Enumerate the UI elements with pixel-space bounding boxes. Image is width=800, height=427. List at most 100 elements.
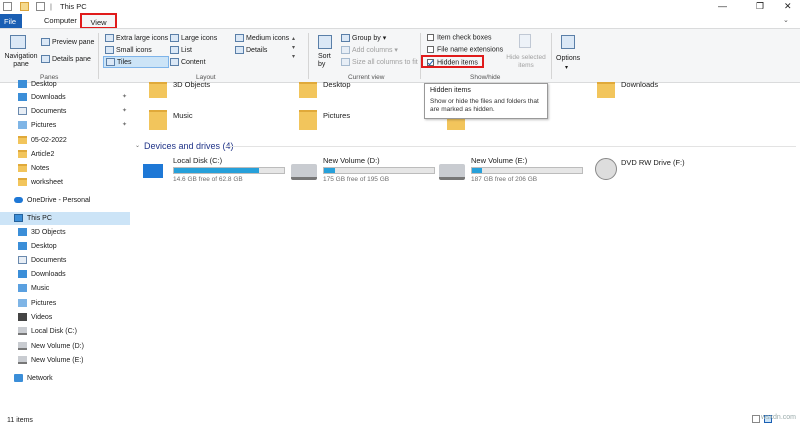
- drive-name[interactable]: New Volume (E:): [471, 156, 527, 165]
- tab-file[interactable]: File: [0, 14, 22, 28]
- content-option[interactable]: Content: [170, 58, 206, 66]
- large-icons-option[interactable]: Large icons: [170, 34, 217, 42]
- close-icon[interactable]: ✕: [784, 1, 792, 12]
- sort-by-button[interactable]: Sort by: [318, 53, 338, 69]
- file-name-extensions-checkbox[interactable]: [427, 46, 434, 53]
- 3d-objects-folder-icon[interactable]: [149, 82, 167, 98]
- preview-pane-button[interactable]: Preview pane: [41, 38, 94, 46]
- folder-label[interactable]: Downloads: [621, 80, 658, 89]
- details-pane-button[interactable]: Details pane: [41, 55, 91, 63]
- minimize-icon[interactable]: —: [718, 1, 727, 11]
- downloads-folder-icon[interactable]: [597, 82, 615, 98]
- pin-icon[interactable]: ✦: [122, 91, 127, 104]
- options-button[interactable]: Options: [556, 55, 580, 62]
- pin-icon[interactable]: ✦: [122, 105, 127, 118]
- details-pane-label: Details pane: [52, 55, 91, 63]
- pictures-folder-icon[interactable]: [299, 110, 317, 130]
- nav-item-desktop[interactable]: Desktop: [18, 240, 57, 253]
- file-name-extensions-option[interactable]: File name extensions: [427, 46, 503, 53]
- nav-item-downloads[interactable]: Downloads: [18, 268, 66, 281]
- nav-item-videos[interactable]: Videos: [18, 311, 52, 324]
- quick-access-icon[interactable]: [3, 2, 12, 11]
- nav-item-folder[interactable]: worksheet: [18, 176, 63, 189]
- folder-label[interactable]: 3D Objects: [173, 80, 210, 89]
- sort-by-icon[interactable]: [318, 35, 332, 49]
- tooltip-title: Hidden items: [430, 87, 471, 94]
- drive-icon: [18, 327, 27, 336]
- nav-item-documents[interactable]: Documents ✦: [18, 105, 127, 118]
- drive-name[interactable]: DVD RW Drive (F:): [621, 158, 685, 167]
- folder-icon: [18, 150, 27, 159]
- drive-icon[interactable]: [439, 164, 465, 180]
- details-view-icon[interactable]: [752, 415, 760, 423]
- drive-icon: [18, 356, 27, 365]
- item-check-boxes-checkbox[interactable]: [427, 34, 434, 41]
- restore-icon[interactable]: ❐: [756, 1, 764, 12]
- extra-large-icons-option[interactable]: Extra large icons: [105, 34, 168, 42]
- options-icon[interactable]: [561, 35, 575, 49]
- tiles-option[interactable]: Tiles: [103, 56, 169, 68]
- hide-selected-icon[interactable]: [519, 34, 531, 48]
- hide-selected-button[interactable]: Hide selected items: [503, 54, 549, 70]
- nav-item-local-disk-c[interactable]: Local Disk (C:): [18, 325, 77, 338]
- nav-item-onedrive[interactable]: OneDrive - Personal: [14, 194, 90, 207]
- details-option[interactable]: Details: [235, 46, 267, 54]
- size-columns-button[interactable]: Size all columns to fit: [341, 58, 418, 66]
- nav-item-folder[interactable]: 05-02-2022: [18, 134, 67, 147]
- folder-label[interactable]: Music: [173, 111, 193, 120]
- nav-item-pictures[interactable]: Pictures ✦: [18, 119, 127, 132]
- nav-item-folder[interactable]: Notes: [18, 162, 49, 175]
- nav-item-downloads[interactable]: Downloads ✦: [18, 91, 127, 104]
- group-by-button[interactable]: Group by ▾: [341, 34, 386, 43]
- drive-icon[interactable]: [291, 164, 317, 180]
- nav-label: Desktop: [31, 243, 57, 250]
- nav-label: Documents: [31, 257, 67, 264]
- properties-icon[interactable]: [20, 2, 29, 11]
- nav-item-this-pc[interactable]: This PC: [0, 212, 130, 225]
- tab-computer[interactable]: Computer: [36, 14, 85, 28]
- drive-name[interactable]: Local Disk (C:): [173, 156, 222, 165]
- item-count: 11 items: [7, 417, 33, 424]
- tab-view[interactable]: View: [80, 13, 117, 29]
- add-columns-button[interactable]: Add columns ▾: [341, 46, 398, 55]
- folder-label[interactable]: Desktop: [323, 80, 351, 89]
- file-name-extensions-label: File name extensions: [437, 46, 504, 54]
- navigation-pane-button[interactable]: Navigation pane: [4, 53, 38, 69]
- nav-item-music[interactable]: Music: [18, 282, 49, 295]
- desktop-icon: [18, 80, 27, 89]
- folder-label[interactable]: Pictures: [323, 111, 350, 120]
- medium-icons-option[interactable]: Medium icons: [235, 34, 289, 42]
- nav-label: Pictures: [31, 122, 57, 129]
- nav-item-volume-e[interactable]: New Volume (E:): [18, 354, 84, 367]
- desktop-folder-icon[interactable]: [299, 82, 317, 98]
- devices-section-header[interactable]: Devices and drives (4): [144, 141, 234, 151]
- nav-label: 05-02-2022: [31, 137, 67, 144]
- nav-item-3d-objects[interactable]: 3D Objects: [18, 226, 66, 239]
- music-folder-icon[interactable]: [149, 110, 167, 130]
- nav-item-volume-d[interactable]: New Volume (D:): [18, 340, 84, 353]
- current-view-group-label: Current view: [348, 74, 385, 81]
- dvd-drive-icon[interactable]: [595, 158, 617, 180]
- windows-drive-icon[interactable]: [143, 164, 163, 178]
- new-folder-icon[interactable]: [36, 2, 45, 11]
- nav-item-folder[interactable]: Article2: [18, 148, 54, 161]
- list-option[interactable]: List: [170, 46, 192, 54]
- nav-item-desktop[interactable]: Desktop: [18, 78, 57, 91]
- nav-item-pictures[interactable]: Pictures: [18, 297, 56, 310]
- add-columns-icon: [341, 46, 350, 55]
- layout-scroll-icon[interactable]: ▴ ▾ ▾: [292, 35, 295, 62]
- chevron-down-icon[interactable]: ⌄: [135, 142, 140, 149]
- navigation-pane: Desktop Downloads ✦ Documents ✦ Pictures ✦ …: [0, 80, 130, 409]
- pin-icon[interactable]: ✦: [122, 119, 127, 132]
- nav-label: worksheet: [31, 179, 63, 186]
- nav-label: Article2: [31, 151, 55, 158]
- item-check-boxes-option[interactable]: Item check boxes: [427, 34, 491, 41]
- small-icons-option[interactable]: Small icons: [105, 46, 152, 54]
- nav-item-documents[interactable]: Documents: [18, 254, 66, 267]
- drive-name[interactable]: New Volume (D:): [323, 156, 380, 165]
- nav-item-network[interactable]: Network: [14, 372, 53, 385]
- folder-icon: [18, 164, 27, 173]
- navigation-pane-icon[interactable]: [10, 35, 26, 49]
- drive-usage-bar: [173, 167, 285, 174]
- chevron-down-icon[interactable]: ⌄: [783, 16, 789, 24]
